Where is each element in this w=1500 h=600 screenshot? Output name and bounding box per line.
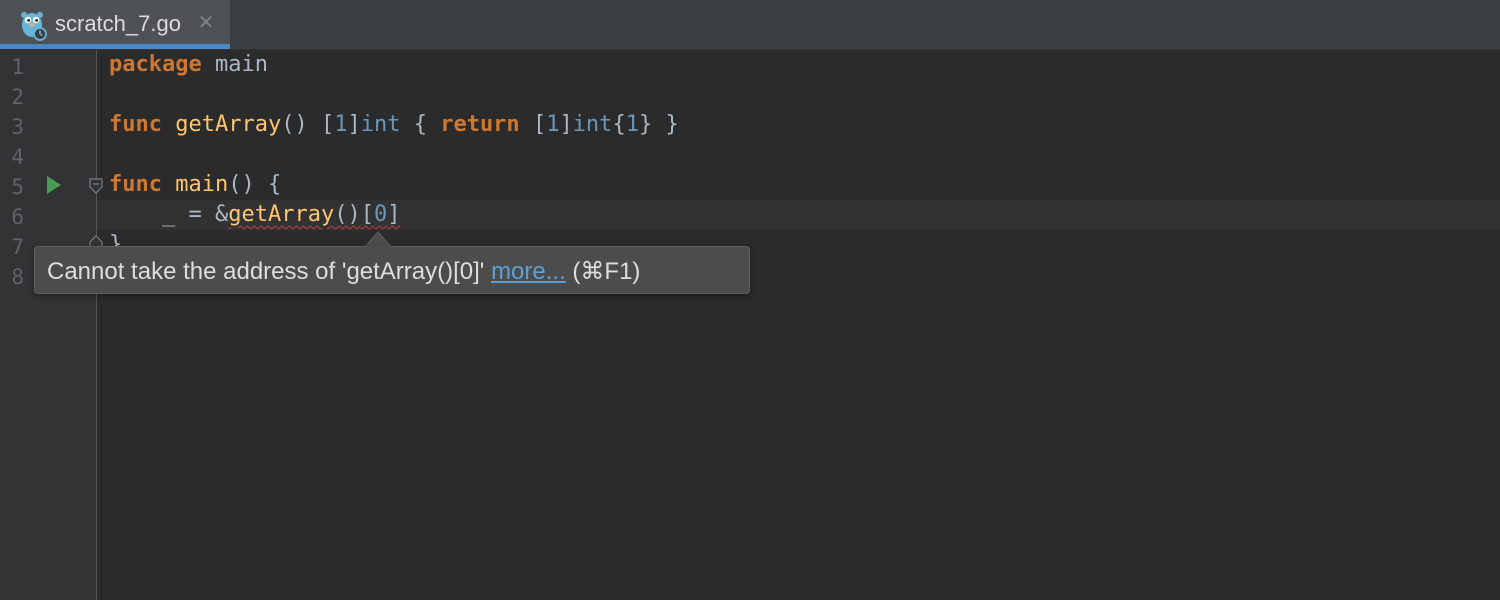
editor-tab-bar: scratch_7.go ✕ xyxy=(0,0,1500,50)
bracket: ] xyxy=(387,202,401,227)
address-operator: & xyxy=(214,202,229,227)
close-icon[interactable]: ✕ xyxy=(197,12,215,32)
brace: } xyxy=(665,112,679,137)
keyword-func: func xyxy=(109,112,162,137)
code-line-3: func getArray() [1]int { return [1]int{1… xyxy=(109,110,679,140)
shortcut-hint: (⌘F1) xyxy=(565,258,641,285)
brace: { xyxy=(267,172,282,197)
brace: { xyxy=(413,112,427,137)
error-tooltip: Cannot take the address of 'getArray()[0… xyxy=(34,246,750,294)
run-icon[interactable] xyxy=(46,176,62,194)
blank-identifier: _ xyxy=(161,202,176,227)
function-name-getarray: getArray xyxy=(175,112,282,137)
error-expression[interactable]: getArray()[0] xyxy=(228,202,400,227)
type-int: int xyxy=(572,112,613,137)
brace: } xyxy=(638,112,653,137)
call-getarray: getArray xyxy=(228,202,335,227)
number-literal: 1 xyxy=(546,112,560,137)
keyword-func: func xyxy=(109,172,162,197)
bracket: ] xyxy=(347,112,361,137)
tooltip-pointer-seam xyxy=(366,246,390,249)
line-number-5: 5 xyxy=(11,175,24,199)
code-line-5: func main() { xyxy=(109,170,281,200)
code-line-6: _ = &getArray()[0] xyxy=(109,200,400,230)
line-number-8: 8 xyxy=(11,265,24,289)
line-number-6: 6 xyxy=(11,205,24,229)
index-literal: 0 xyxy=(373,202,388,227)
parens: () xyxy=(228,172,255,197)
type-int: int xyxy=(360,112,401,137)
tab-scratch-7[interactable]: scratch_7.go ✕ xyxy=(0,0,230,49)
number-literal: 1 xyxy=(625,112,639,137)
parens: () xyxy=(281,112,308,137)
line-number-7: 7 xyxy=(11,235,24,259)
line-number-3: 3 xyxy=(11,115,24,139)
bracket: [ xyxy=(320,112,335,137)
error-tooltip-text: Cannot take the address of 'getArray()[0… xyxy=(47,257,640,286)
package-name: main xyxy=(214,52,268,77)
brace: { xyxy=(612,112,626,137)
parens: () xyxy=(334,202,361,227)
function-name-main: main xyxy=(175,172,229,197)
line-number-2: 2 xyxy=(11,85,24,109)
tab-filename: scratch_7.go xyxy=(55,11,181,36)
bracket: ] xyxy=(559,112,573,137)
line-number-1: 1 xyxy=(11,55,24,79)
more-link[interactable]: more... xyxy=(491,258,566,285)
error-message: Cannot take the address of 'getArray()[0… xyxy=(47,258,492,285)
keyword-return: return xyxy=(440,112,520,137)
code-line-1: package main xyxy=(109,50,268,80)
line-number-4: 4 xyxy=(11,145,24,169)
bracket: [ xyxy=(360,202,374,227)
number-literal: 1 xyxy=(334,112,348,137)
bracket: [ xyxy=(532,112,547,137)
assign-operator: = xyxy=(175,202,215,227)
keyword-package: package xyxy=(109,52,202,77)
gopher-scratch-icon xyxy=(21,12,47,41)
